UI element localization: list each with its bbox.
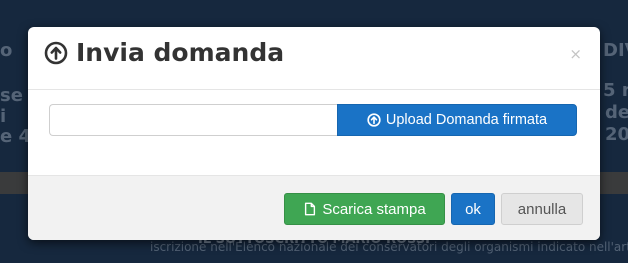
- backdrop-text-fragment: e 4: [0, 126, 31, 147]
- modal-header: Invia domanda ×: [28, 27, 600, 90]
- modal-title: Invia domanda: [44, 38, 284, 67]
- circle-arrow-up-icon: [367, 113, 381, 127]
- annulla-label: annulla: [517, 200, 567, 218]
- upload-button-label: Upload Domanda firmata: [385, 112, 548, 128]
- backdrop-text-fragment: o: [0, 40, 13, 61]
- annulla-button[interactable]: annulla: [501, 193, 583, 225]
- ok-button[interactable]: ok: [451, 193, 495, 225]
- modal-title-text: Invia domanda: [76, 38, 285, 67]
- backdrop-text-fragment: se: [0, 85, 23, 106]
- ok-label: ok: [465, 200, 481, 218]
- backdrop-text-fragment: 5 n: [603, 80, 628, 101]
- backdrop-text-fragment: i: [0, 106, 7, 127]
- backdrop-text-fragment: de: [605, 102, 628, 123]
- close-icon[interactable]: ×: [569, 45, 582, 63]
- circle-arrow-up-icon: [44, 41, 68, 64]
- modal-body: Upload Domanda firmata: [28, 89, 600, 175]
- backdrop-text-fragment: 20: [605, 124, 628, 145]
- scarica-stampa-button[interactable]: Scarica stampa: [284, 193, 445, 225]
- backdrop-text-fragment: DIV: [603, 40, 628, 61]
- file-icon: [305, 202, 316, 216]
- backdrop-text: iscrizione nell'Elenco nazionale dei con…: [150, 240, 628, 254]
- file-path-input[interactable]: [49, 104, 337, 136]
- modal-footer: Scarica stampa ok annulla: [28, 175, 600, 240]
- invia-domanda-modal: Invia domanda × Upload Domanda firmata S…: [28, 27, 600, 240]
- scarica-stampa-label: Scarica stampa: [322, 200, 426, 218]
- upload-domanda-button[interactable]: Upload Domanda firmata: [337, 104, 577, 136]
